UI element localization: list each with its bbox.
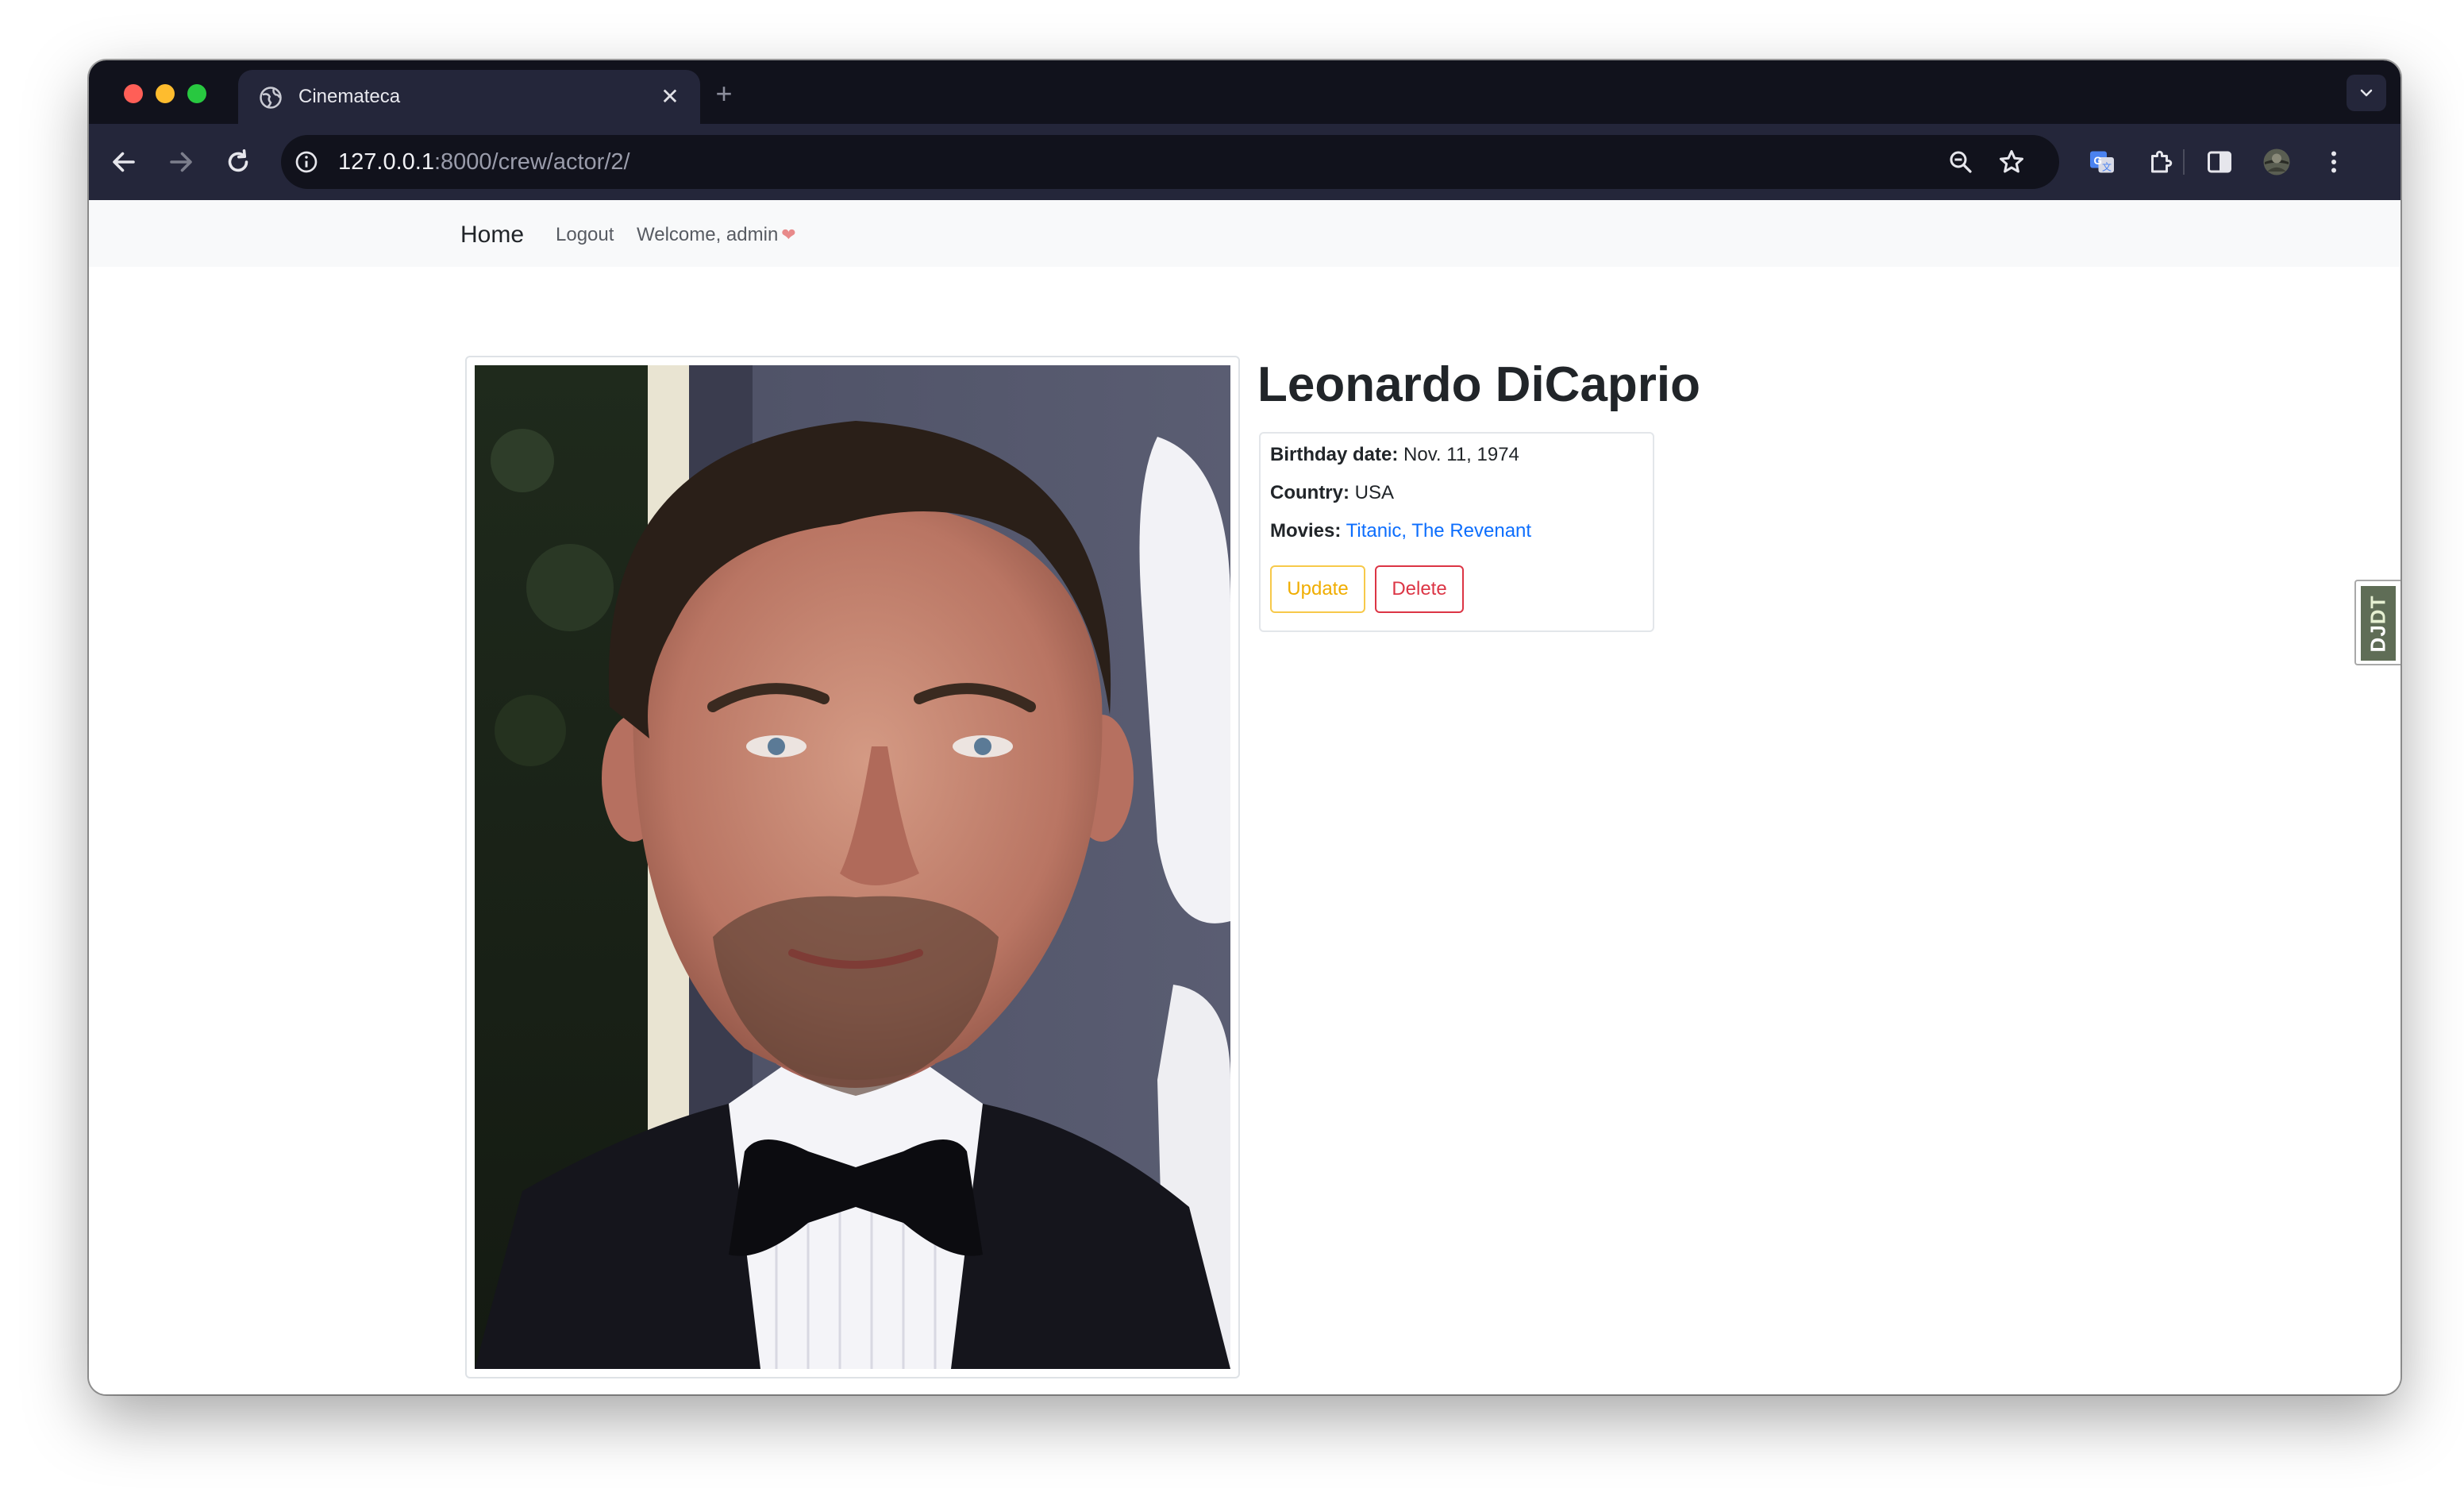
movies-separator: , <box>1401 520 1412 542</box>
djdt-dj: DJ <box>2366 623 2390 652</box>
minimize-window-button[interactable] <box>156 84 175 103</box>
tab-title: Cinemateca <box>298 86 401 107</box>
django-debug-toolbar-handle[interactable]: DJDT <box>2354 580 2400 665</box>
new-tab-button[interactable]: + <box>710 79 738 108</box>
kebab-menu-icon[interactable] <box>2320 148 2348 176</box>
actor-photo-frame <box>465 356 1240 1378</box>
welcome-label: Welcome, admin <box>637 224 779 245</box>
star-icon[interactable] <box>1997 148 2026 176</box>
puzzle-icon[interactable] <box>2146 148 2175 176</box>
tab-strip: Cinemateca ✕ + <box>89 60 2400 124</box>
djdt-badge: DJDT <box>2361 586 2396 661</box>
tab-cinemateca[interactable]: Cinemateca ✕ <box>238 70 700 124</box>
profile-avatar-icon[interactable] <box>2262 148 2291 176</box>
browser-window: Cinemateca ✕ + 127.0.0.1:8000/crew/actor… <box>89 60 2400 1394</box>
toolbar-divider <box>2183 149 2185 175</box>
chevron-down-icon <box>2360 89 2373 97</box>
actor-name: Leonardo DiCaprio <box>1257 357 1701 412</box>
back-arrow-icon[interactable] <box>110 148 138 176</box>
close-window-button[interactable] <box>124 84 143 103</box>
actor-photo <box>475 365 1230 1369</box>
side-panel-icon[interactable] <box>2205 148 2234 176</box>
movies-label: Movies: <box>1270 520 1342 542</box>
djdt-dt: DT <box>2366 595 2390 624</box>
djdt-label: DJDT <box>2366 595 2391 652</box>
tab-search-button[interactable] <box>2347 75 2386 111</box>
welcome-text: Welcome, admin ❤ <box>637 223 796 247</box>
site-navbar: Home Logout Welcome, admin ❤ <box>89 200 2400 267</box>
url-host: 127.0.0.1 <box>338 149 434 175</box>
birthday-row: Birthday date: Nov. 11, 1974 <box>1270 443 1519 467</box>
forward-arrow-icon[interactable] <box>167 148 195 176</box>
movie-link-the-revenant[interactable]: The Revenant <box>1411 520 1531 542</box>
delete-button[interactable]: Delete <box>1375 565 1464 613</box>
birthday-value: Nov. 11, 1974 <box>1403 444 1519 465</box>
url-path: :8000/crew/actor/2/ <box>433 149 630 175</box>
movie-link-titanic[interactable]: Titanic <box>1346 520 1402 542</box>
site-info-icon[interactable] <box>294 149 319 175</box>
browser-toolbar: 127.0.0.1:8000/crew/actor/2/ G 文 <box>89 124 2400 200</box>
country-label: Country: <box>1270 482 1349 503</box>
url-text[interactable]: 127.0.0.1:8000/crew/actor/2/ <box>338 148 630 175</box>
translate-icon[interactable]: G 文 <box>2088 148 2116 176</box>
nav-home-link[interactable]: Home <box>460 221 524 249</box>
birthday-label: Birthday date: <box>1270 444 1399 465</box>
heart-icon: ❤ <box>781 225 796 245</box>
globe-icon <box>260 87 282 109</box>
country-row: Country: USA <box>1270 481 1394 505</box>
maximize-window-button[interactable] <box>187 84 206 103</box>
page-content: Home Logout Welcome, admin ❤ Leonardo Di… <box>89 200 2400 1394</box>
reload-icon[interactable] <box>224 148 252 176</box>
country-value: USA <box>1354 482 1395 503</box>
svg-text:文: 文 <box>2102 161 2112 173</box>
close-tab-icon[interactable]: ✕ <box>657 84 683 110</box>
svg-text:G: G <box>2094 155 2103 167</box>
nav-logout-link[interactable]: Logout <box>556 223 614 247</box>
address-bar[interactable]: 127.0.0.1:8000/crew/actor/2/ <box>281 135 2059 189</box>
actor-info-card: Birthday date: Nov. 11, 1974 Country: US… <box>1259 432 1654 632</box>
zoom-icon[interactable] <box>1946 148 1975 176</box>
update-button[interactable]: Update <box>1270 565 1365 613</box>
movies-row: Movies: Titanic, The Revenant <box>1270 519 1531 543</box>
